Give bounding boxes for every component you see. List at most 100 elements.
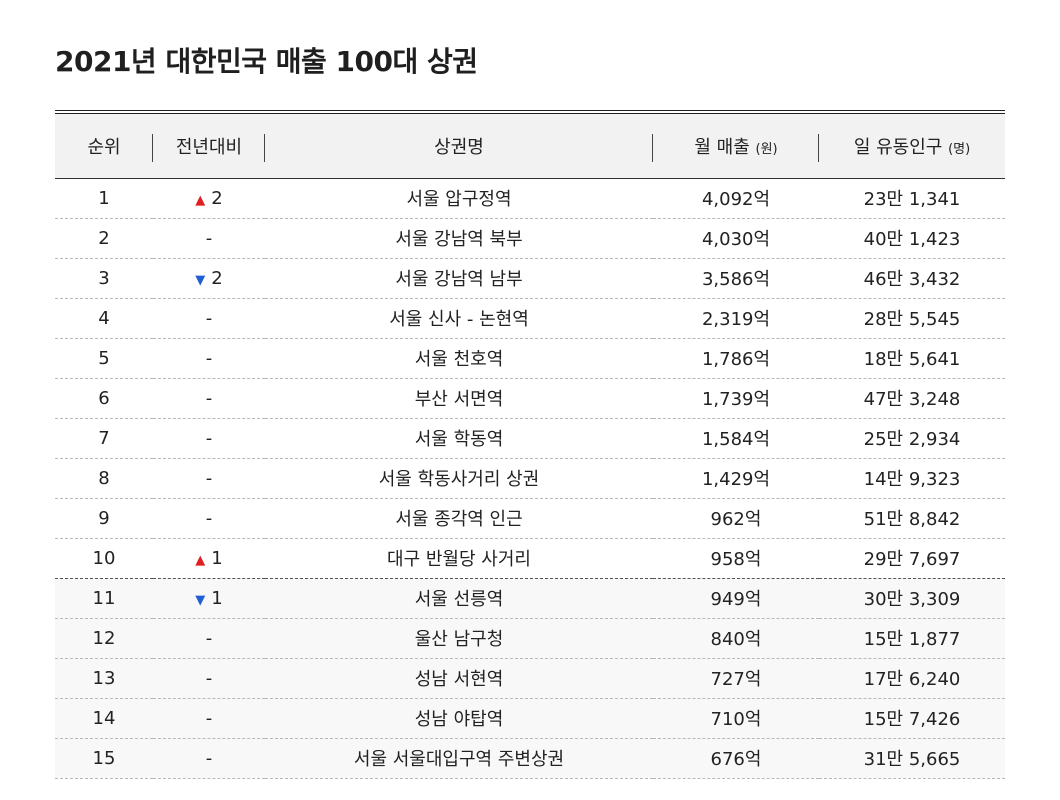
- cell-daily-population: 31만 5,665: [819, 738, 1005, 779]
- cell-district-name: 서울 서울대입구역 주변상권: [265, 738, 653, 779]
- table-row: 7 - 서울 학동역 1,584억 25만 2,934: [55, 418, 1005, 459]
- cell-monthly-sales: 710억: [653, 698, 819, 739]
- cell-daily-population: 40만 1,423: [819, 218, 1005, 259]
- cell-change: -: [153, 378, 265, 419]
- triangle-up-icon: ▲: [195, 192, 206, 208]
- table-row: 9 - 서울 종각역 인근 962억 51만 8,842: [55, 498, 1005, 539]
- cell-daily-population: 29만 7,697: [819, 538, 1005, 579]
- cell-change: -: [153, 738, 265, 779]
- change-value: -: [205, 627, 213, 649]
- cell-change: ▼ 2: [153, 258, 265, 299]
- change-value: -: [205, 427, 213, 449]
- table-row: 2 - 서울 강남역 북부 4,030억 40만 1,423: [55, 218, 1005, 259]
- cell-monthly-sales: 1,786억: [653, 338, 819, 379]
- cell-rank: 15: [55, 738, 153, 779]
- cell-district-name: 서울 학동역: [265, 418, 653, 459]
- cell-monthly-sales: 840억: [653, 618, 819, 659]
- table-row: 15 - 서울 서울대입구역 주변상권 676억 31만 5,665: [55, 738, 1005, 779]
- cell-change: -: [153, 498, 265, 539]
- cell-district-name: 서울 신사 - 논현역: [265, 298, 653, 339]
- triangle-up-icon: ▲: [195, 552, 206, 568]
- header-sales-unit: (원): [755, 141, 778, 157]
- cell-rank: 6: [55, 378, 153, 419]
- table-row: 8 - 서울 학동사거리 상권 1,429억 14만 9,323: [55, 458, 1005, 499]
- change-value: -: [205, 227, 213, 249]
- change-value: 2: [211, 187, 223, 209]
- header-population-label: 일 유동인구: [853, 136, 943, 158]
- change-value: -: [205, 467, 213, 489]
- cell-monthly-sales: 1,429억: [653, 458, 819, 499]
- table-row: 14 - 성남 야탑역 710억 15만 7,426: [55, 698, 1005, 739]
- table-body: 1 ▲ 2 서울 압구정역 4,092억 23만 1,341 2- 서울 강남역 북부 4,03…: [55, 178, 1005, 779]
- cell-change: -: [153, 698, 265, 739]
- cell-daily-population: 47만 3,248: [819, 378, 1005, 419]
- cell-district-name: 서울 학동사거리 상권: [265, 458, 653, 499]
- cell-district-name: 서울 강남역 북부: [265, 218, 653, 259]
- cell-rank: 9: [55, 498, 153, 539]
- cell-daily-population: 17만 6,240: [819, 658, 1005, 699]
- cell-monthly-sales: 727억: [653, 658, 819, 699]
- cell-daily-population: 23만 1,341: [819, 178, 1005, 219]
- cell-monthly-sales: 3,586억: [653, 258, 819, 299]
- ranking-table-container: 순위 전년대비 상권명 월 매출 (원) 일 유동인구 (명) 1 ▲ 2 서울 압구…: [55, 110, 1005, 779]
- cell-change: ▲ 1: [153, 538, 265, 579]
- cell-rank: 5: [55, 338, 153, 379]
- cell-district-name: 서울 압구정역: [265, 178, 653, 219]
- header-population: 일 유동인구 (명): [819, 114, 1005, 179]
- cell-rank: 4: [55, 298, 153, 339]
- cell-rank: 10: [55, 538, 153, 579]
- cell-monthly-sales: 4,092억: [653, 178, 819, 219]
- cell-monthly-sales: 1,739억: [653, 378, 819, 419]
- triangle-down-icon: ▼: [195, 272, 206, 288]
- cell-rank: 2: [55, 218, 153, 259]
- cell-daily-population: 28만 5,545: [819, 298, 1005, 339]
- header-change: 전년대비: [153, 114, 265, 179]
- cell-daily-population: 14만 9,323: [819, 458, 1005, 499]
- change-value: -: [205, 667, 213, 689]
- header-population-unit: (명): [948, 141, 971, 157]
- cell-monthly-sales: 949억: [653, 578, 819, 619]
- cell-rank: 7: [55, 418, 153, 459]
- cell-change: -: [153, 338, 265, 379]
- cell-rank: 3: [55, 258, 153, 299]
- table-row: 13 - 성남 서현역 727억 17만 6,240: [55, 658, 1005, 699]
- cell-monthly-sales: 4,030억: [653, 218, 819, 259]
- cell-rank: 12: [55, 618, 153, 659]
- cell-daily-population: 30만 3,309: [819, 578, 1005, 619]
- cell-district-name: 서울 천호역: [265, 338, 653, 379]
- change-value: -: [205, 747, 213, 769]
- table-header: 순위 전년대비 상권명 월 매출 (원) 일 유동인구 (명): [55, 114, 1005, 179]
- change-value: -: [205, 387, 213, 409]
- cell-change: -: [153, 458, 265, 499]
- cell-change: ▼ 1: [153, 578, 265, 619]
- table-row: 1 ▲ 2 서울 압구정역 4,092억 23만 1,341: [55, 178, 1005, 219]
- ranking-table: 순위 전년대비 상권명 월 매출 (원) 일 유동인구 (명) 1 ▲ 2 서울 압구…: [55, 114, 1005, 779]
- change-value: 1: [211, 587, 223, 609]
- cell-monthly-sales: 958억: [653, 538, 819, 579]
- cell-district-name: 울산 남구청: [265, 618, 653, 659]
- table-row: 6 - 부산 서면역 1,739억 47만 3,248: [55, 378, 1005, 419]
- header-rank-label: 순위: [87, 136, 121, 158]
- change-value: -: [205, 507, 213, 529]
- cell-change: -: [153, 658, 265, 699]
- cell-monthly-sales: 2,319억: [653, 298, 819, 339]
- cell-district-name: 대구 반월당 사거리: [265, 538, 653, 579]
- cell-rank: 1: [55, 178, 153, 219]
- cell-district-name: 성남 서현역: [265, 658, 653, 699]
- header-sales: 월 매출 (원): [653, 114, 819, 179]
- cell-monthly-sales: 676억: [653, 738, 819, 779]
- cell-monthly-sales: 962억: [653, 498, 819, 539]
- cell-monthly-sales: 1,584억: [653, 418, 819, 459]
- change-value: -: [205, 307, 213, 329]
- table-row: 3 ▼ 2 서울 강남역 남부 3,586억 46만 3,432: [55, 258, 1005, 299]
- cell-rank: 8: [55, 458, 153, 499]
- change-value: 1: [211, 547, 223, 569]
- triangle-down-icon: ▼: [195, 592, 206, 608]
- cell-daily-population: 46만 3,432: [819, 258, 1005, 299]
- cell-daily-population: 15만 7,426: [819, 698, 1005, 739]
- cell-change: ▲ 2: [153, 178, 265, 219]
- table-row: 4 - 서울 신사 - 논현역 2,319억 28만 5,545: [55, 298, 1005, 339]
- header-sales-label: 월 매출: [694, 136, 750, 158]
- cell-change: -: [153, 298, 265, 339]
- change-value: 2: [211, 267, 223, 289]
